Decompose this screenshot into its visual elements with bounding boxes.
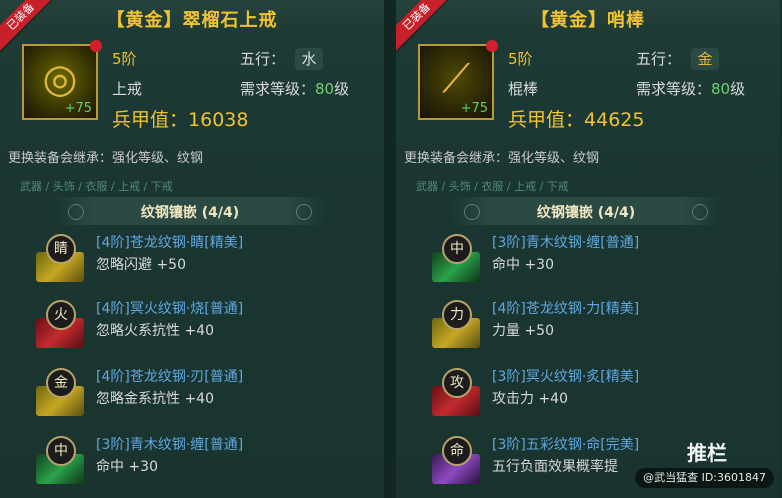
item-title: 【黄金】翠榴石上戒 (106, 10, 278, 31)
gem-row[interactable]: 攻 [3阶]冥火纹钢·炙[精美] 攻击力 +40 (430, 362, 730, 422)
wuxing-label: 五行： (636, 50, 682, 68)
gem-stat: 忽略金系抗性 +40 (96, 391, 214, 407)
wuxing-row: 五行： 金 (636, 48, 720, 70)
gem-stat: 忽略火系抗性 +40 (96, 323, 214, 339)
gem-stat: 力量 +50 (492, 323, 554, 339)
item-type: 棍棒 (508, 80, 539, 98)
gem-char: 命 (442, 436, 472, 466)
gem-char: 中 (46, 436, 76, 466)
armor-value: 兵甲值：44625 (508, 105, 644, 132)
enhance-level: +75 (64, 101, 92, 116)
item-icon-ring[interactable]: ◎ +75 (22, 40, 102, 120)
watermark-id: @武当猛查 ID:3601847 (635, 468, 774, 488)
ornament-icon (296, 204, 312, 220)
red-gem-dot-icon (90, 40, 102, 52)
gem-icon: 力 (430, 294, 482, 350)
socket-title: 纹钢镶嵌 (4/4) (536, 205, 636, 221)
gem-icon: 中 (34, 430, 86, 486)
gem-name: [3阶]青木纹钢·缠[普通] (96, 437, 244, 453)
wuxing-metal-icon: 金 (691, 48, 720, 70)
staff-icon: ⟋ (442, 56, 470, 102)
enhance-level: +75 (460, 101, 488, 116)
inherit-note: 更换装备会继承：强化等级、纹钢 (404, 151, 600, 166)
required-level: 需求等级：80级 (636, 78, 745, 99)
armor-number: 44625 (584, 109, 645, 131)
gem-char: 力 (442, 300, 472, 330)
req-level-value: 80 (711, 80, 731, 98)
wuxing-row: 五行： 水 (240, 48, 324, 70)
equipment-panel-right: 【黄金】哨棒 已装备 ⟋ +75 5阶 五行：金 棍棒 需求等级：80级 兵甲值… (396, 0, 780, 498)
wuxing-water-icon: 水 (295, 48, 324, 70)
equipment-panel-left: 【黄金】翠榴石上戒 已装备 ◎ +75 5阶 五行：水 上戒 需求等级：80级 … (0, 0, 384, 498)
required-level: 需求等级：80级 (240, 78, 349, 99)
gem-stat: 命中 +30 (96, 459, 158, 475)
gem-name: [3阶]冥火纹钢·炙[精美] (492, 369, 640, 385)
gem-name: [3阶]青木纹钢·缠[普通] (492, 235, 640, 251)
wuxing-label: 五行： (240, 50, 286, 68)
item-tier: 5阶 (112, 50, 137, 68)
gem-stat: 攻击力 +40 (492, 391, 568, 407)
req-prefix: 需求等级： (636, 80, 712, 98)
panel-header: 【黄金】哨棒 (396, 0, 780, 38)
req-level-value: 80 (315, 80, 335, 98)
armor-label: 兵甲值： (508, 109, 585, 131)
inherit-note: 更换装备会继承：强化等级、纹钢 (8, 151, 204, 166)
armor-number: 16038 (188, 109, 249, 131)
slot-tabs-faded: 武器 / 头饰 / 衣服 / 上戒 / 下戒 (20, 180, 173, 193)
item-tier: 5阶 (508, 50, 533, 68)
gem-row[interactable]: 力 [4阶]苍龙纹钢·力[精美] 力量 +50 (430, 294, 730, 354)
socket-header: 纹钢镶嵌 (4/4) (450, 197, 722, 225)
gem-name: [4阶]苍龙纹钢·睛[精美] (96, 235, 244, 251)
panel-header: 【黄金】翠榴石上戒 (0, 0, 384, 38)
gem-icon: 睛 (34, 228, 86, 284)
gem-name: [3阶]五彩纹钢·命[完美] (492, 437, 640, 453)
gem-char: 攻 (442, 368, 472, 398)
req-suffix: 级 (334, 80, 350, 98)
gem-char: 睛 (46, 234, 76, 264)
socket-title: 纹钢镶嵌 (4/4) (140, 205, 240, 221)
req-prefix: 需求等级： (240, 80, 316, 98)
ring-icon: ◎ (42, 56, 78, 102)
gem-char: 火 (46, 300, 76, 330)
panel-divider (384, 0, 396, 498)
armor-value: 兵甲值：16038 (112, 105, 248, 132)
item-type: 上戒 (112, 80, 143, 98)
gem-name: [4阶]苍龙纹钢·刃[普通] (96, 369, 244, 385)
red-gem-dot-icon (486, 40, 498, 52)
gem-char: 金 (46, 368, 76, 398)
socket-header: 纹钢镶嵌 (4/4) (54, 197, 326, 225)
ornament-icon (692, 204, 708, 220)
gem-char: 中 (442, 234, 472, 264)
gem-icon: 命 (430, 430, 482, 486)
gem-stat: 忽略闪避 +50 (96, 257, 186, 273)
watermark-logo: 推栏 (687, 441, 727, 465)
gem-icon: 火 (34, 294, 86, 350)
armor-label: 兵甲值： (112, 109, 189, 131)
item-title: 【黄金】哨棒 (531, 10, 645, 31)
gem-name: [4阶]冥火纹钢·烧[普通] (96, 301, 244, 317)
gem-row[interactable]: 金 [4阶]苍龙纹钢·刃[普通] 忽略金系抗性 +40 (34, 362, 334, 422)
gem-row[interactable]: 火 [4阶]冥火纹钢·烧[普通] 忽略火系抗性 +40 (34, 294, 334, 354)
gem-icon: 金 (34, 362, 86, 418)
gem-icon: 攻 (430, 362, 482, 418)
gem-row[interactable]: 中 [3阶]青木纹钢·缠[普通] 命中 +30 (34, 430, 334, 490)
slot-tabs-faded: 武器 / 头饰 / 衣服 / 上戒 / 下戒 (416, 180, 569, 193)
item-icon-staff[interactable]: ⟋ +75 (418, 40, 498, 120)
gem-name: [4阶]苍龙纹钢·力[精美] (492, 301, 640, 317)
gem-stat: 五行负面效果概率提 (492, 459, 618, 475)
req-suffix: 级 (730, 80, 746, 98)
gem-row[interactable]: 睛 [4阶]苍龙纹钢·睛[精美] 忽略闪避 +50 (34, 228, 334, 288)
gem-row[interactable]: 中 [3阶]青木纹钢·缠[普通] 命中 +30 (430, 228, 730, 288)
gem-icon: 中 (430, 228, 482, 284)
gem-stat: 命中 +30 (492, 257, 554, 273)
